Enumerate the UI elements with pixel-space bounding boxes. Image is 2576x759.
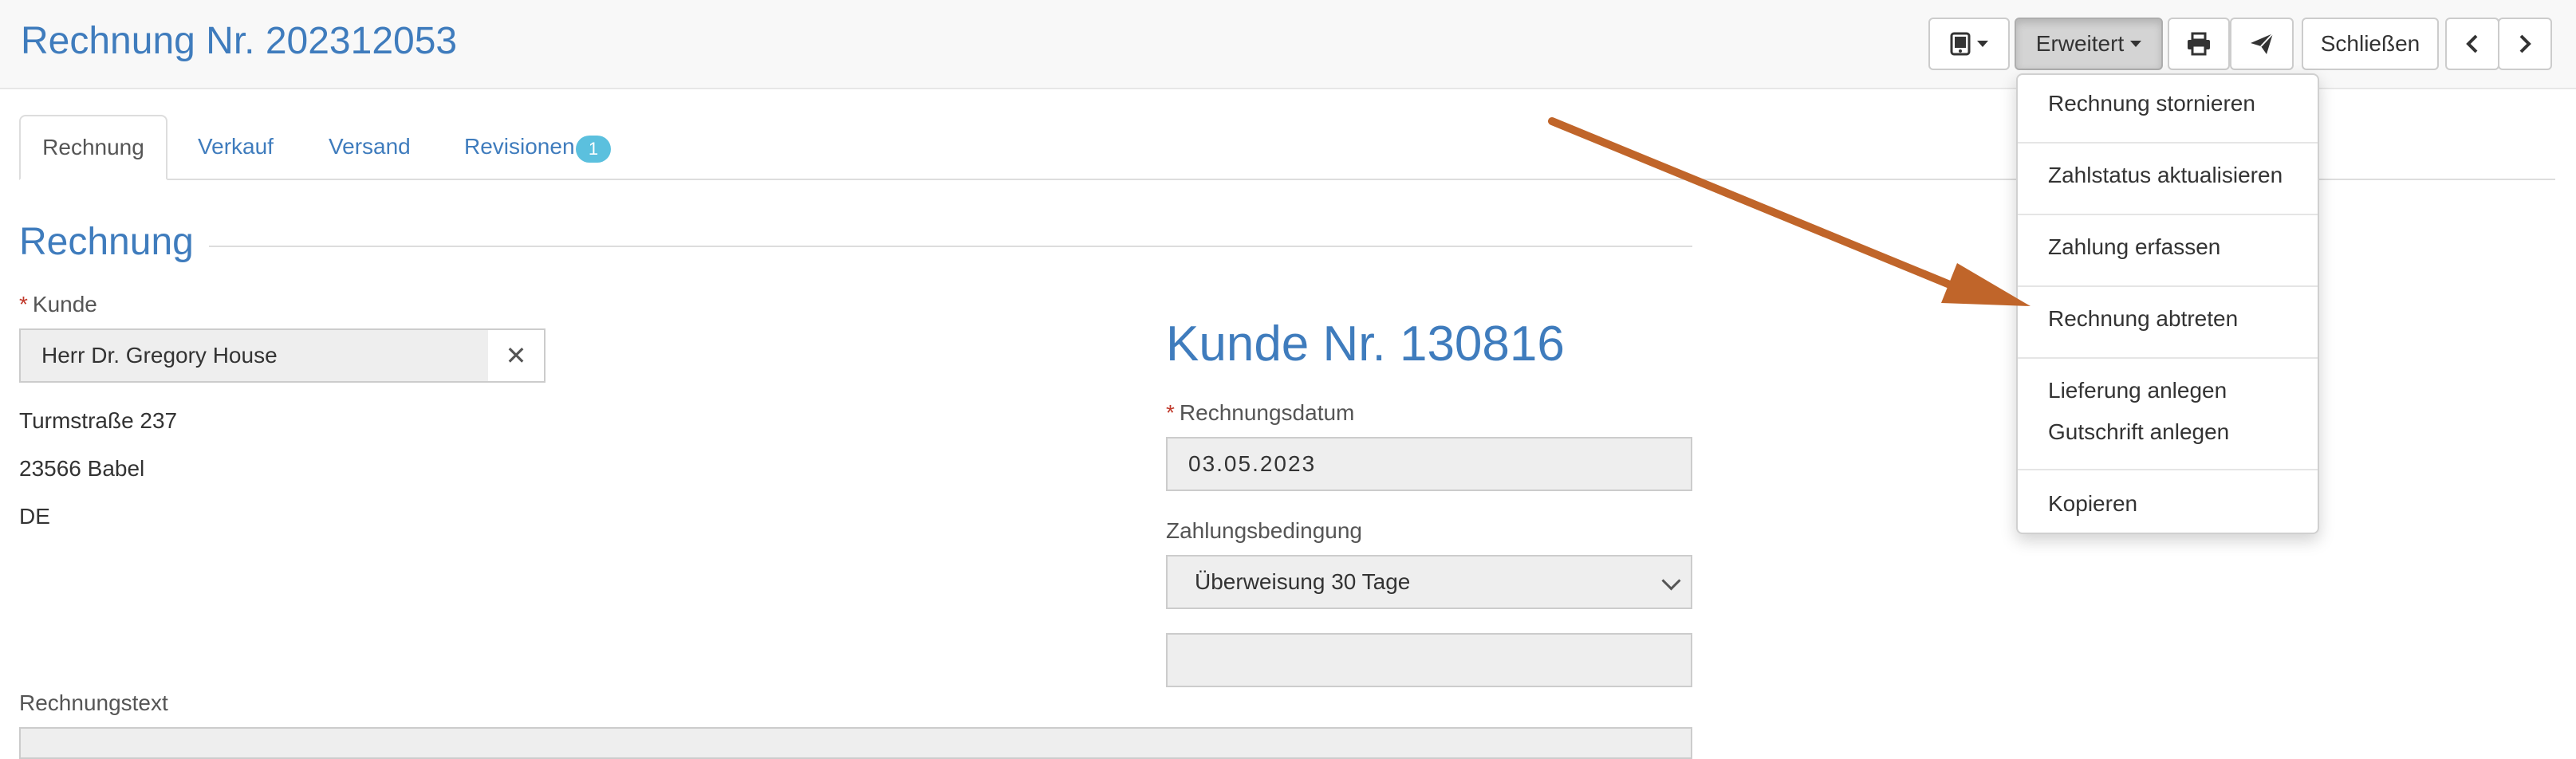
annotation-arrow bbox=[1548, 117, 2030, 306]
